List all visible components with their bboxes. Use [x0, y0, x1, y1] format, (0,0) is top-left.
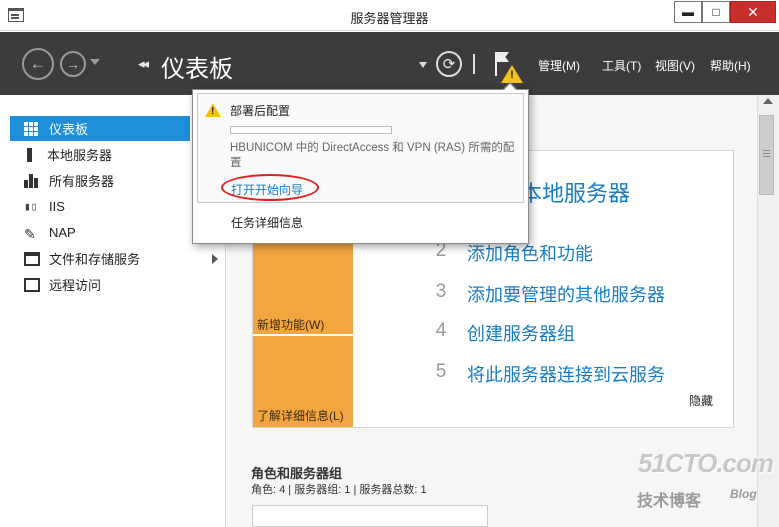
hide-link[interactable]: 隐藏	[689, 392, 713, 409]
history-dropdown-icon[interactable]	[90, 59, 100, 65]
server-icon	[27, 147, 32, 162]
menu-tools[interactable]: 工具(T)	[602, 57, 641, 74]
nap-icon: ✎	[24, 225, 36, 242]
warning-icon-mark: !	[211, 106, 215, 117]
refresh-button[interactable]: ⟳	[436, 51, 462, 77]
scroll-up-icon[interactable]	[763, 98, 773, 104]
configure-local-server-link[interactable]: 本地服务器	[520, 176, 630, 208]
breadcrumb-arrows-icon: ◂◂	[138, 56, 149, 71]
chevron-right-icon[interactable]	[212, 254, 218, 264]
watermark-blog: Blog	[730, 487, 757, 501]
page-title: 仪表板	[161, 56, 233, 83]
notification-title: 部署后配置	[230, 104, 291, 118]
window-title: 服务器管理器	[350, 11, 429, 26]
task-details-link[interactable]: 任务详细信息	[231, 214, 303, 231]
breadcrumb-dropdown-icon[interactable]	[419, 62, 427, 68]
sidebar-item-dashboard[interactable]: 仪表板	[10, 116, 190, 141]
menu-help[interactable]: 帮助(H)	[710, 57, 751, 74]
menu-manage[interactable]: 管理(M)	[538, 57, 580, 74]
warning-badge-mark: !	[510, 69, 514, 81]
learn-more-link[interactable]: 了解详细信息(L)	[257, 407, 344, 424]
sidebar-item-label: 仪表板	[49, 122, 89, 137]
notification-description: HBUNICOM 中的 DirectAccess 和 VPN (RAS) 所需的…	[230, 142, 515, 169]
roles-summary: 角色: 4 | 服务器组: 1 | 服务器总数: 1	[251, 484, 427, 496]
remote-access-icon	[24, 277, 40, 292]
minimize-button[interactable]: ▬	[674, 1, 702, 23]
scrollbar-grip-icon	[763, 150, 770, 151]
dashboard-icon	[24, 121, 40, 136]
step-number: 5	[435, 361, 447, 382]
step-number: 4	[435, 320, 447, 341]
scrollbar-thumb[interactable]	[759, 115, 774, 195]
sidebar-item-file-storage[interactable]: 文件和存储服务	[10, 246, 190, 271]
servers-icon	[24, 173, 40, 188]
create-server-group-link[interactable]: 创建服务器组	[467, 320, 575, 346]
header-separator	[473, 54, 475, 74]
step-number: 3	[435, 281, 447, 302]
watermark-logo: 51CTO.com	[638, 448, 774, 478]
maximize-button[interactable]: □	[702, 1, 730, 23]
sidebar-item-label: NAP	[49, 225, 76, 240]
watermark-subtitle: 技术博客	[637, 493, 702, 510]
sidebar-item-label: 本地服务器	[47, 148, 113, 163]
sidebar-item-remote-access[interactable]: 远程访问	[10, 272, 190, 297]
whats-new-link[interactable]: 新增功能(W)	[257, 316, 324, 333]
sidebar-item-local-server[interactable]: 本地服务器	[10, 142, 190, 167]
notifications-flag-icon[interactable]	[495, 52, 497, 76]
notification-progress-bar	[230, 126, 392, 134]
role-tile[interactable]	[252, 505, 488, 527]
sidebar-item-label: 文件和存储服务	[49, 252, 141, 267]
highlight-circle	[221, 174, 319, 201]
sidebar-item-nap[interactable]: ✎ NAP	[10, 220, 190, 245]
connect-cloud-link[interactable]: 将此服务器连接到云服务	[467, 361, 665, 387]
sidebar-item-all-servers[interactable]: 所有服务器	[10, 168, 190, 193]
back-button[interactable]: ←	[22, 48, 54, 80]
add-servers-link[interactable]: 添加要管理的其他服务器	[467, 281, 665, 307]
forward-button[interactable]: →	[60, 51, 86, 77]
roles-section-title: 角色和服务器组	[251, 466, 343, 481]
sidebar-item-iis[interactable]: ▮▯ IIS	[10, 194, 190, 219]
sidebar-item-label: IIS	[49, 199, 65, 214]
sidebar-item-label: 远程访问	[49, 278, 102, 293]
iis-icon: ▮▯	[24, 199, 38, 213]
menu-view[interactable]: 视图(V)	[655, 57, 695, 74]
sidebar-item-label: 所有服务器	[49, 174, 115, 189]
popup-caret-inner	[503, 84, 517, 91]
title-bar: 服务器管理器 ▬ □ ✕	[0, 0, 779, 31]
file-storage-icon	[24, 251, 40, 266]
close-button[interactable]: ✕	[730, 1, 776, 23]
